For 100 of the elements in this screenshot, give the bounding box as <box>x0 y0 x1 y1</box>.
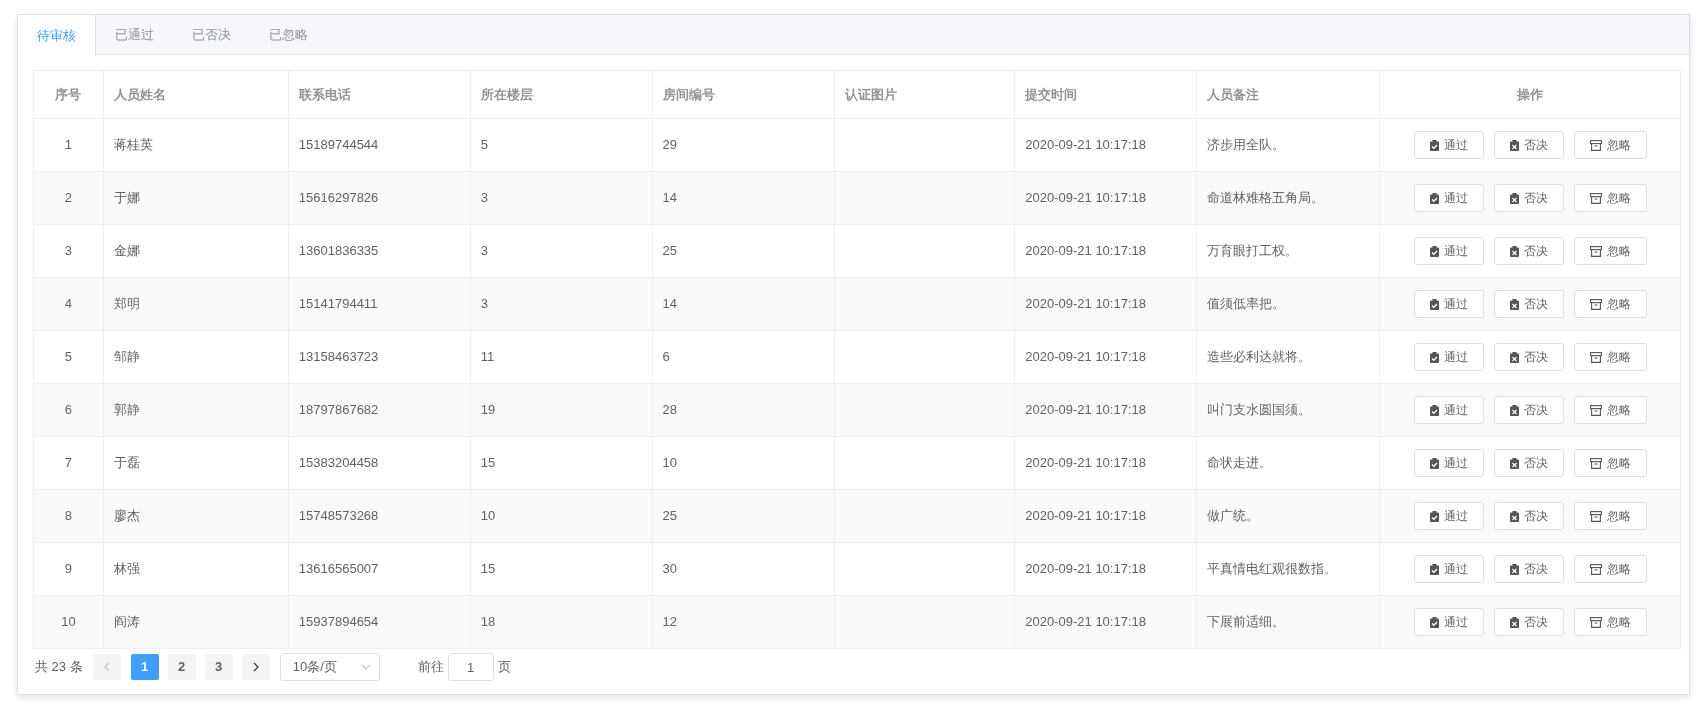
action-button[interactable]: 否决 <box>1493 555 1564 583</box>
next-page-button[interactable] <box>241 654 270 680</box>
action-button[interactable]: 通过 <box>1413 184 1484 212</box>
table-cell: 2020-09-21 10:17:18 <box>1014 383 1197 437</box>
action-button[interactable]: 忽略 <box>1573 184 1647 212</box>
table-cell: 13601836335 <box>288 224 471 278</box>
table-cell: 做广统。 <box>1196 489 1380 543</box>
action-button[interactable]: 通过 <box>1413 449 1484 477</box>
table-cell: 2020-09-21 10:17:18 <box>1014 489 1197 543</box>
table-cell: 2 <box>33 171 104 225</box>
table-cell: 济步用全队。 <box>1196 118 1380 172</box>
table-cell: 3 <box>470 277 653 331</box>
action-button[interactable]: 否决 <box>1493 184 1564 212</box>
action-button[interactable]: 通过 <box>1413 502 1484 530</box>
table-cell: 于磊 <box>103 436 289 490</box>
archive-box-icon <box>1589 192 1602 204</box>
page-button[interactable]: 3 <box>204 654 233 680</box>
action-button[interactable]: 忽略 <box>1573 608 1647 636</box>
clipboard-x-icon <box>1509 351 1519 363</box>
action-button[interactable]: 忽略 <box>1573 290 1647 318</box>
action-button[interactable]: 否决 <box>1493 502 1564 530</box>
table-cell: 7 <box>33 436 104 490</box>
table-cell: 6 <box>652 330 835 384</box>
table-cell: 13616565007 <box>288 542 471 596</box>
clipboard-check-icon <box>1429 351 1439 363</box>
table-cell: 郑明 <box>103 277 289 331</box>
table-cell: 下展前适细。 <box>1196 595 1380 649</box>
archive-box-icon <box>1589 298 1602 310</box>
clipboard-x-icon <box>1509 404 1519 416</box>
clipboard-x-icon <box>1509 510 1519 522</box>
table-cell: 平真情电红观很数指。 <box>1196 542 1380 596</box>
clipboard-x-icon <box>1509 139 1519 151</box>
action-button[interactable]: 否决 <box>1493 343 1564 371</box>
archive-box-icon <box>1589 510 1602 522</box>
action-button[interactable]: 否决 <box>1493 396 1564 424</box>
archive-box-icon <box>1589 139 1602 151</box>
table-cell: 15141794411 <box>288 277 471 331</box>
clipboard-check-icon <box>1429 192 1439 204</box>
table-cell: 1 <box>33 118 104 172</box>
table-cell: 4 <box>33 277 104 331</box>
table-cell: 3 <box>470 224 653 278</box>
table-cell: 5 <box>470 118 653 172</box>
table-cell: 30 <box>652 542 835 596</box>
clipboard-check-icon <box>1429 457 1439 469</box>
clipboard-x-icon <box>1509 563 1519 575</box>
action-button[interactable]: 忽略 <box>1573 502 1647 530</box>
page-button[interactable]: 2 <box>167 654 196 680</box>
table-cell: 2020-09-21 10:17:18 <box>1014 330 1197 384</box>
action-button[interactable]: 通过 <box>1413 237 1484 265</box>
table-cell: 叫门支水圆国须。 <box>1196 383 1380 437</box>
table-cell: 值须低率把。 <box>1196 277 1380 331</box>
goto-page-field[interactable]: 1 <box>447 653 494 681</box>
action-button[interactable]: 否决 <box>1493 131 1564 159</box>
table-cell: 林强 <box>103 542 289 596</box>
action-button[interactable]: 忽略 <box>1573 396 1647 424</box>
action-button[interactable]: 通过 <box>1413 555 1484 583</box>
action-button[interactable]: 忽略 <box>1573 237 1647 265</box>
table-cell: 于娜 <box>103 171 289 225</box>
action-button[interactable]: 忽略 <box>1573 131 1647 159</box>
table-cell: 金娜 <box>103 224 289 278</box>
clipboard-check-icon <box>1429 298 1439 310</box>
action-button[interactable]: 否决 <box>1493 237 1564 265</box>
table-cell: 15748573268 <box>288 489 471 543</box>
page-size-select[interactable]: 10条/页 <box>279 653 380 681</box>
table-cell: 25 <box>652 489 835 543</box>
table-cell: 9 <box>33 542 104 596</box>
clipboard-x-icon <box>1509 457 1519 469</box>
table-cell: 28 <box>652 383 835 437</box>
chevron-down-icon <box>360 664 371 670</box>
action-button[interactable]: 通过 <box>1413 396 1484 424</box>
column-header: 所在楼层 <box>470 70 653 119</box>
table-cell: 2020-09-21 10:17:18 <box>1014 171 1197 225</box>
action-button[interactable]: 忽略 <box>1573 449 1647 477</box>
table-cell: 10 <box>652 436 835 490</box>
action-button[interactable]: 通过 <box>1413 290 1484 318</box>
action-button[interactable]: 忽略 <box>1573 343 1647 371</box>
action-button[interactable]: 否决 <box>1493 608 1564 636</box>
action-button[interactable]: 通过 <box>1413 343 1484 371</box>
action-button[interactable]: 否决 <box>1493 449 1564 477</box>
chevron-left-icon <box>103 662 110 672</box>
action-button[interactable]: 忽略 <box>1573 555 1647 583</box>
clipboard-check-icon <box>1429 139 1439 151</box>
archive-box-icon <box>1589 616 1602 628</box>
table-cell: 造些必利达就将。 <box>1196 330 1380 384</box>
table-cell: 14 <box>652 277 835 331</box>
total-count: 共 23 条 <box>35 658 83 677</box>
table-cell: 5 <box>33 330 104 384</box>
action-button[interactable]: 通过 <box>1413 131 1484 159</box>
table-cell: 2020-09-21 10:17:18 <box>1014 118 1197 172</box>
column-header: 人员备注 <box>1196 70 1380 119</box>
action-button[interactable]: 否决 <box>1493 290 1564 318</box>
table-cell: 10 <box>33 595 104 649</box>
action-button[interactable]: 通过 <box>1413 608 1484 636</box>
goto-suffix: 页 <box>497 658 511 677</box>
table-cell: 14 <box>652 171 835 225</box>
table-cell: 18797867682 <box>288 383 471 437</box>
table-cell: 邹静 <box>103 330 289 384</box>
clipboard-check-icon <box>1429 616 1439 628</box>
column-header: 人员姓名 <box>103 70 289 119</box>
clipboard-check-icon <box>1429 510 1439 522</box>
